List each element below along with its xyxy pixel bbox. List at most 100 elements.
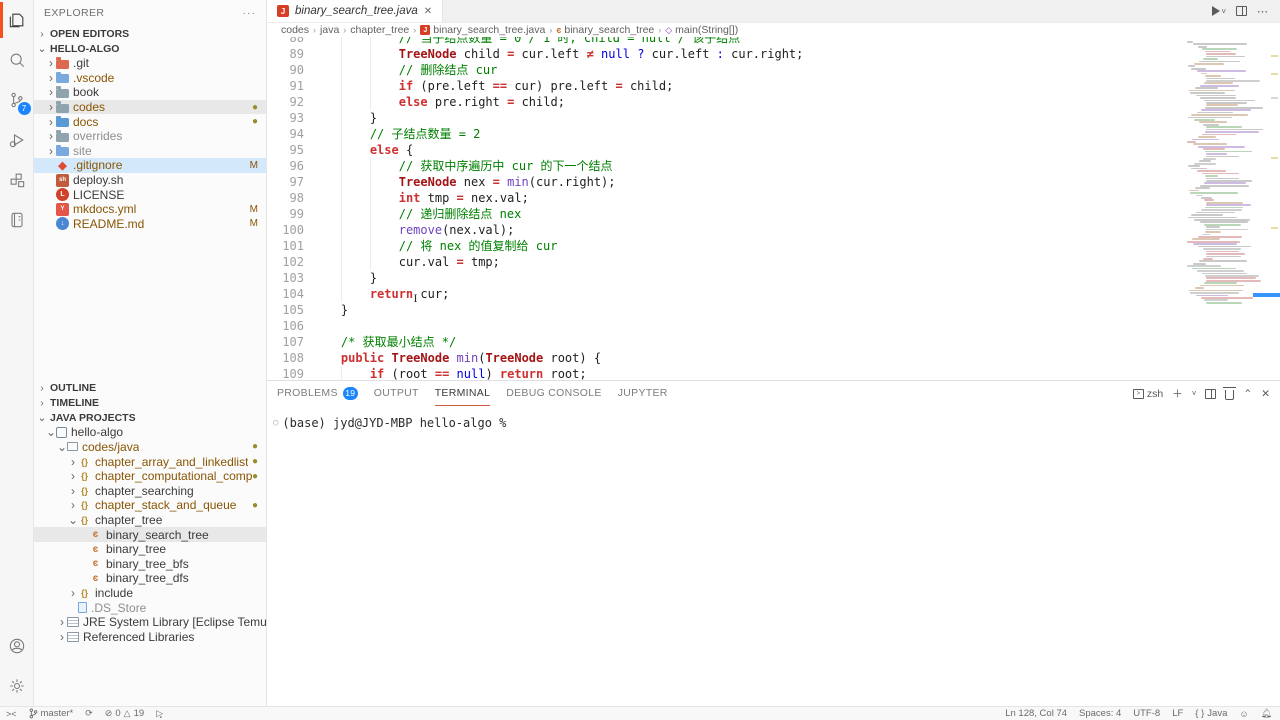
code-line[interactable]: 89 TreeNode child = cur.left ≠ null ? cu… xyxy=(267,46,1185,62)
tree-item--gitignore[interactable]: ◆.gitignoreM xyxy=(34,158,266,173)
tree-item-hello-algo[interactable]: ⌄hello-algo xyxy=(34,425,266,440)
tree-item--vscode[interactable]: ›.vscode xyxy=(34,71,266,86)
maximize-panel-icon[interactable]: ⌃ xyxy=(1243,388,1252,400)
breadcrumb-item[interactable]: chapter_tree xyxy=(350,24,409,36)
code-line[interactable]: 100 remove(nex.val); xyxy=(267,222,1185,238)
code-line[interactable]: 104 return cur; xyxy=(267,286,1185,302)
tree-item-chapter-stack-and-queue[interactable]: ›{}chapter_stack_and_queue● xyxy=(34,498,266,513)
account-icon[interactable] xyxy=(0,626,34,666)
code-line[interactable]: 90 // 删除结点 cur xyxy=(267,62,1185,78)
tree-item-codes[interactable]: ›codes● xyxy=(34,100,266,115)
code-line[interactable]: 107 /* 获取最小结点 */ xyxy=(267,334,1185,350)
feedback-smiley-icon[interactable]: ☺ xyxy=(1239,709,1248,719)
breadcrumb-item[interactable]: ͼbinary_search_tree xyxy=(556,24,654,36)
breadcrumb-item[interactable]: java xyxy=(320,24,339,36)
code-line[interactable]: 99 // 递归删除结点 nex xyxy=(267,206,1185,222)
section-open-editors[interactable]: › OPEN EDITORS xyxy=(34,26,266,41)
split-editor-icon[interactable] xyxy=(1236,6,1247,16)
code-line[interactable]: 96 // 获取中序遍历中 cur 的下一个结点 xyxy=(267,158,1185,174)
section-timeline[interactable]: › TIMELINE xyxy=(34,395,266,410)
code-line[interactable]: 98 int tmp = nex.val; xyxy=(267,190,1185,206)
kill-terminal-icon[interactable] xyxy=(1225,390,1234,400)
tree-item-license[interactable]: LLICENSE xyxy=(34,187,266,202)
explorer-icon[interactable] xyxy=(0,0,34,40)
problems-summary[interactable]: ⊘0 △19 xyxy=(105,708,144,719)
close-panel-icon[interactable]: ✕ xyxy=(1261,388,1270,400)
minimap[interactable] xyxy=(1185,37,1268,380)
split-terminal-icon[interactable] xyxy=(1205,389,1216,399)
tree-item-codes-java[interactable]: ⌄codes/java● xyxy=(34,440,266,455)
tree-item-site[interactable]: ›site xyxy=(34,144,266,159)
tree-item-chapter-searching[interactable]: ›{}chapter_searching xyxy=(34,483,266,498)
tree-item-include[interactable]: ›{}include xyxy=(34,586,266,601)
sidebar-more-icon[interactable]: ··· xyxy=(243,7,257,19)
tree-item-chapter-array-and-linkedlist[interactable]: ›{}chapter_array_and_linkedlist● xyxy=(34,454,266,469)
tree-item-chapter-computational-complexity[interactable]: ›{}chapter_computational_complexity● xyxy=(34,469,266,484)
editor-more-icon[interactable]: ⋯ xyxy=(1257,5,1268,18)
shell-selector[interactable]: >zsh xyxy=(1133,388,1163,400)
eol-setting[interactable]: LF xyxy=(1172,708,1183,719)
notifications-bell-icon[interactable]: 🔔︎ xyxy=(1261,708,1272,719)
panel-tab-debug-console[interactable]: DEBUG CONSOLE xyxy=(506,381,602,406)
code-line[interactable]: 105 } xyxy=(267,302,1185,318)
code-line[interactable]: 92 else pre.right = child; xyxy=(267,94,1185,110)
notebook-icon[interactable] xyxy=(0,200,34,240)
source-control-icon[interactable]: 7 xyxy=(0,80,34,120)
debug-status-icon[interactable]: ▷̥ xyxy=(156,708,163,719)
section-root-folder[interactable]: ⌄ HELLO-ALGO xyxy=(34,41,266,56)
new-terminal-icon[interactable]: ＋ xyxy=(1172,386,1183,401)
tree-item-docs[interactable]: ›docs● xyxy=(34,114,266,129)
tab-close-icon[interactable]: ✕ xyxy=(424,6,432,17)
extensions-icon[interactable] xyxy=(0,160,34,200)
tab-binary-search-tree[interactable]: J binary_search_tree.java ✕ xyxy=(267,0,443,22)
breadcrumb-item[interactable]: codes xyxy=(281,24,309,36)
run-debug-icon[interactable] xyxy=(0,120,34,160)
code-line[interactable]: 88 // 当子结点数量 = 0 / 1 时, child = null / 该… xyxy=(267,37,1185,46)
settings-gear-icon[interactable] xyxy=(0,666,34,706)
code-line[interactable]: 101 // 将 nex 的值复制给 cur xyxy=(267,238,1185,254)
code-line[interactable]: 108 public TreeNode min(TreeNode root) { xyxy=(267,350,1185,366)
code-editor[interactable]: 88 // 当子结点数量 = 0 / 1 时, child = null / 该… xyxy=(267,37,1280,380)
code-line[interactable]: 103 } xyxy=(267,270,1185,286)
section-outline[interactable]: › OUTLINE xyxy=(34,380,266,395)
panel-tab-problems[interactable]: PROBLEMS19 xyxy=(277,381,358,406)
tree-item-deploy-sh[interactable]: shdeploy.sh xyxy=(34,173,266,188)
tree-item-book[interactable]: ›book xyxy=(34,85,266,100)
tree-item-mkdocs-yml[interactable]: Ymkdocs.ymlM xyxy=(34,202,266,217)
remote-indicator[interactable]: >< xyxy=(6,709,17,719)
sync-button[interactable]: ⟳ xyxy=(85,708,93,719)
breadcrumb-item[interactable]: ◇main(String[]) xyxy=(665,24,738,36)
tree-item-jre-system-library-eclipse-temurin-17-17-[interactable]: ›JRE System Library [Eclipse Temurin 17 … xyxy=(34,615,266,630)
language-mode[interactable]: { }Java xyxy=(1195,708,1227,719)
git-branch-item[interactable]: master* xyxy=(29,708,74,719)
panel-tab-output[interactable]: OUTPUT xyxy=(374,381,419,406)
panel-tab-terminal[interactable]: TERMINAL xyxy=(435,381,491,406)
section-java-projects[interactable]: ⌄ JAVA PROJECTS xyxy=(34,410,266,425)
code-line[interactable]: 94 // 子结点数量 = 2 xyxy=(267,126,1185,142)
code-line[interactable]: 93 } xyxy=(267,110,1185,126)
tree-item-referenced-libraries[interactable]: ›Referenced Libraries xyxy=(34,629,266,644)
tree-item-chapter-tree[interactable]: ⌄{}chapter_tree xyxy=(34,513,266,528)
tree-item-binary-search-tree[interactable]: ͼbinary_search_tree xyxy=(34,527,266,542)
code-line[interactable]: 109 if (root == null) return root; xyxy=(267,366,1185,380)
encoding-setting[interactable]: UTF-8 xyxy=(1133,708,1160,719)
panel-tab-jupyter[interactable]: JUPYTER xyxy=(618,381,668,406)
tree-item-binary-tree[interactable]: ͼbinary_tree xyxy=(34,542,266,557)
cursor-position[interactable]: Ln 128, Col 74 xyxy=(1005,708,1067,719)
indentation-setting[interactable]: Spaces: 4 xyxy=(1079,708,1121,719)
tree-item-binary-tree-dfs[interactable]: ͼbinary_tree_dfs xyxy=(34,571,266,586)
breadcrumb-item[interactable]: Jbinary_search_tree.java xyxy=(420,24,545,36)
terminal[interactable]: ○ (base) jyd@JYD-MBP hello-algo % xyxy=(267,406,1280,706)
code-line[interactable]: 95 else { xyxy=(267,142,1185,158)
tree-item-binary-tree-bfs[interactable]: ͼbinary_tree_bfs xyxy=(34,556,266,571)
run-button[interactable]: ˅ xyxy=(1212,6,1226,16)
code-line[interactable]: 97 TreeNode nex = min(cur.right); xyxy=(267,174,1185,190)
tree-item--git[interactable]: ›.git xyxy=(34,56,266,71)
tree-item-readme-md[interactable]: ↓README.mdM xyxy=(34,217,266,232)
tree-item--ds-store[interactable]: .DS_Store xyxy=(34,600,266,615)
search-icon[interactable] xyxy=(0,40,34,80)
terminal-dropdown-icon[interactable]: ˅ xyxy=(1192,389,1197,398)
tree-item-overrides[interactable]: ›overrides xyxy=(34,129,266,144)
code-line[interactable]: 102 cur.val = tmp; xyxy=(267,254,1185,270)
code-line[interactable]: 106 xyxy=(267,318,1185,334)
